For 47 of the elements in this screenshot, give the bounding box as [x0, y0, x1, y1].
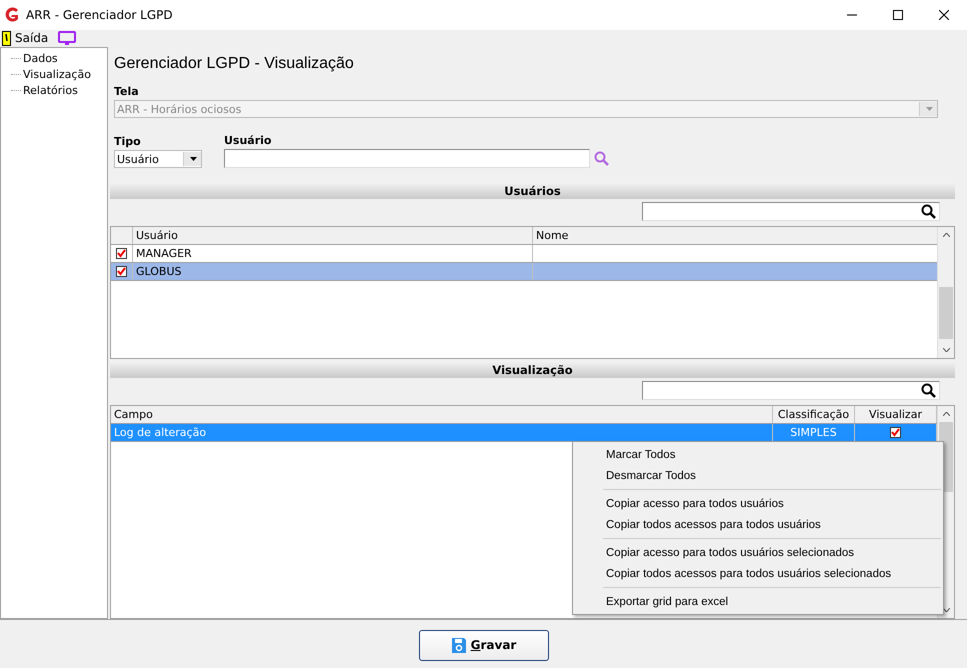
search-icon[interactable] [921, 204, 937, 220]
menu-item[interactable]: Copiar todos acessos para todos usuários [573, 514, 943, 535]
close-icon [939, 10, 949, 20]
dropdown-arrow-icon [190, 157, 197, 161]
field-label: Tela [114, 85, 140, 98]
checkbox[interactable] [890, 427, 901, 438]
tree-item[interactable]: Dados [23, 52, 58, 64]
type-dropdown[interactable]: Usuário [114, 150, 202, 168]
dropdown-arrow-icon [926, 107, 933, 111]
section-header: Visualização [110, 361, 955, 378]
table-cell: MANAGER [133, 245, 533, 262]
user-input-field[interactable] [224, 149, 590, 168]
door-icon [2, 30, 11, 46]
maximize-icon [893, 10, 903, 20]
scroll-up-icon[interactable] [942, 412, 950, 416]
table-row[interactable]: GLOBUS [111, 263, 937, 281]
exit-button[interactable]: Saída [2, 30, 48, 46]
page-heading: Gerenciador LGPD - Visualização [114, 55, 355, 73]
scroll-up-icon[interactable] [942, 233, 950, 237]
window-title: ARR - Gerenciador LGPD [26, 8, 174, 22]
field-label: Usuário [224, 134, 272, 147]
menu-item[interactable]: Copiar acesso para todos usuários [573, 493, 943, 514]
checkbox[interactable] [116, 266, 127, 277]
field-label: Tipo [114, 135, 142, 148]
menu-item[interactable]: Marcar Todos [573, 444, 943, 465]
menu-item[interactable]: Desmarcar Todos [573, 465, 943, 486]
search-icon[interactable] [921, 382, 937, 398]
search-field[interactable] [642, 202, 940, 221]
scroll-down-icon[interactable] [942, 348, 950, 352]
column-header[interactable]: Classificação [773, 406, 855, 423]
search-field[interactable] [642, 381, 940, 400]
menu-item[interactable]: Copiar todos acessos para todos usuários selecionados [573, 563, 943, 584]
column-header[interactable]: Campo [111, 406, 773, 423]
scroll-down-icon[interactable] [942, 608, 950, 612]
checkbox[interactable] [116, 248, 127, 259]
section-header: Usuários [110, 182, 955, 199]
app-logo-icon [4, 7, 20, 23]
tree-item[interactable]: Visualização [23, 68, 91, 80]
column-header[interactable]: Usuário [133, 227, 533, 244]
monitor-icon[interactable] [58, 30, 76, 46]
tree-item[interactable]: Relatórios [23, 84, 78, 96]
save-button[interactable]: Gravar [418, 630, 548, 660]
scrollbar[interactable] [937, 227, 954, 358]
menu-item[interactable]: Exportar grid para excel [573, 591, 943, 612]
column-header[interactable]: Nome [533, 227, 937, 244]
table-cell: GLOBUS [133, 263, 533, 280]
menu-item[interactable]: Copiar acesso para todos usuários selecionados [573, 542, 943, 563]
